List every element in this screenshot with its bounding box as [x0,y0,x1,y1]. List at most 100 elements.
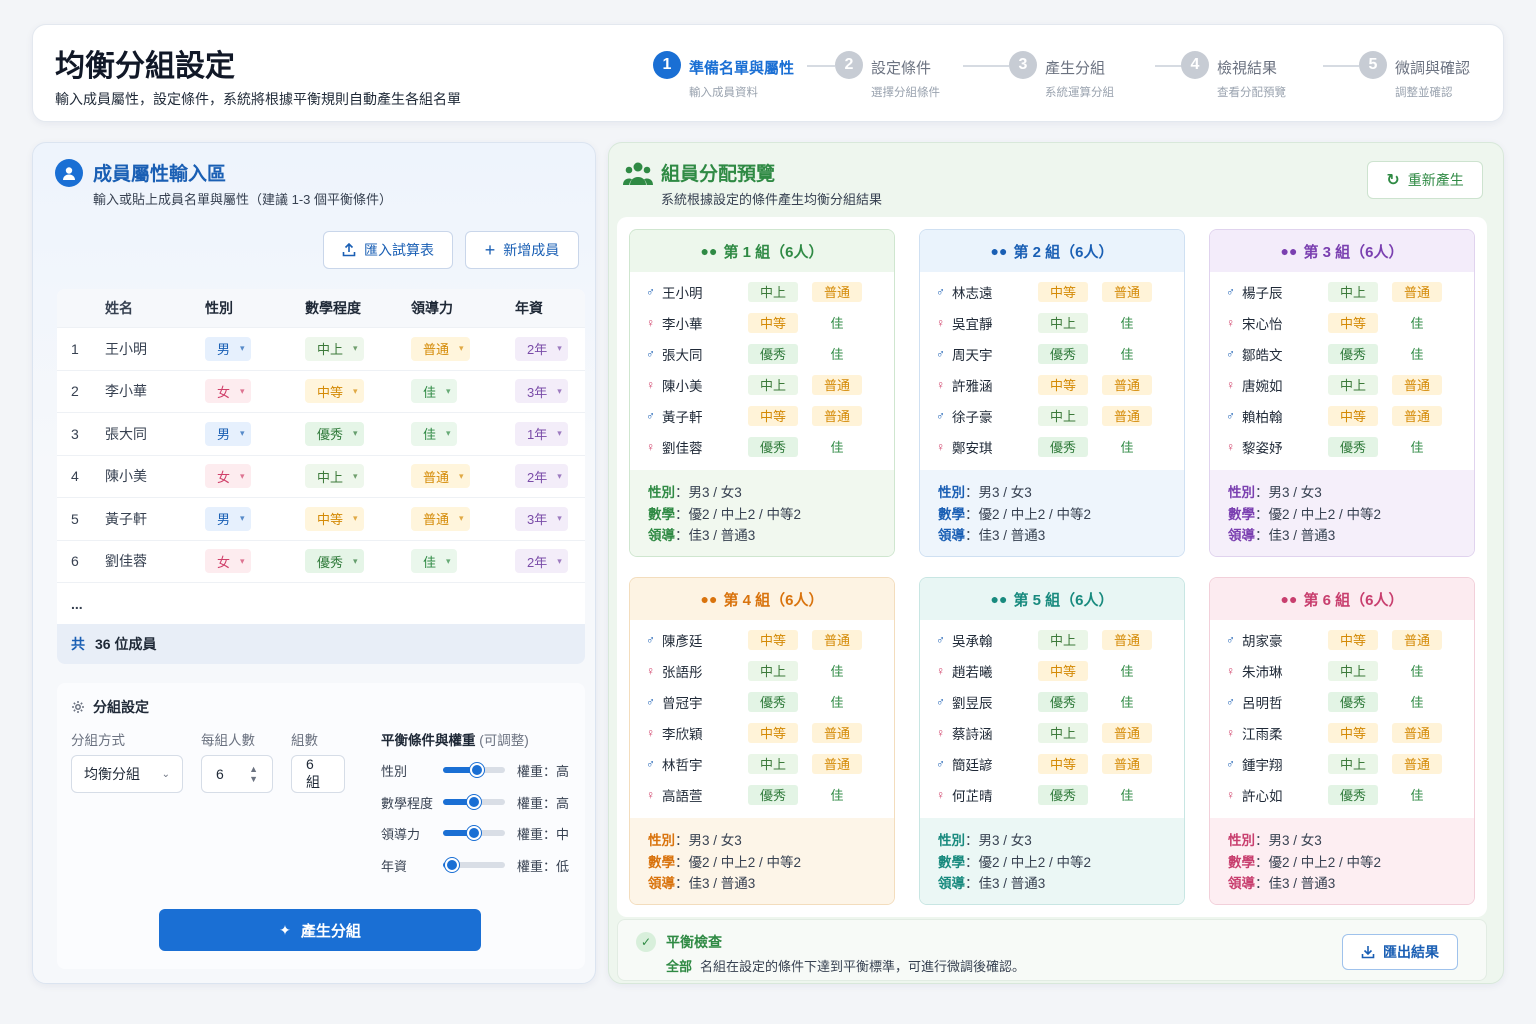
weight-slider[interactable] [443,826,505,840]
leadership-select[interactable]: 普通 ▾ [411,506,470,531]
group-member[interactable]: ♀ 許雅涵 中等 普通 [920,369,1184,400]
math-select[interactable]: 中等 ▾ [305,506,364,531]
group-member[interactable]: ♂ 鄒皓文 優秀佳 [1210,338,1474,369]
gender-select[interactable]: 女 ▾ [205,549,251,574]
column-header: 年資 [515,300,543,316]
regenerate-button[interactable]: ↻ 重新產生 [1367,161,1483,199]
math-select[interactable]: 優秀 ▾ [305,421,364,446]
years-select[interactable]: 2年 ▾ [515,464,568,489]
group-member[interactable]: ♂ 陳彥廷 中等 普通 [630,624,894,655]
group-member[interactable]: ♀ 蔡詩涵 中上 普通 [920,717,1184,748]
group-member[interactable]: ♂ 林哲宇 中上 普通 [630,748,894,779]
group-member[interactable]: ♀ 吳宜靜 中上佳 [920,307,1184,338]
weight-slider[interactable] [443,794,505,809]
group-member[interactable]: ♀ 鄭安琪 優秀佳 [920,431,1184,462]
stepper-arrows-icon[interactable]: ▲ ▼ [249,764,258,784]
step-4[interactable]: 4 檢視結果 查看分配預覽 [1181,51,1286,100]
users-icon [623,159,653,192]
group-member[interactable]: ♂ 王小明 中上 普通 [630,276,894,307]
group-member[interactable]: ♂ 劉昱辰 優秀佳 [920,686,1184,717]
group-member[interactable]: ♀ 李欣穎 中等 普通 [630,717,894,748]
group-member[interactable]: ♀ 許心如 優秀佳 [1210,779,1474,810]
group-member[interactable]: ♂ 林志遠 中等 普通 [920,276,1184,307]
import-spreadsheet-button[interactable]: 匯入試算表 [323,231,453,269]
table-row[interactable]: 4 陳小美女 ▾ 中上 ▾ 普通 ▾ 2年 ▾ [57,454,585,498]
add-member-button[interactable]: + 新增成員 [465,231,579,269]
group-member[interactable]: ♂ 黃子軒 中等 普通 [630,400,894,431]
group-member[interactable]: ♂ 徐子豪 中上 普通 [920,400,1184,431]
weight-slider[interactable] [443,857,505,872]
gender-select[interactable]: 男 ▾ [205,506,251,531]
summary-value: ：男3 / 女3 [675,485,742,500]
member-name[interactable]: 李小華 [105,381,205,401]
table-row[interactable]: 5 黃子軒男 ▾ 中等 ▾ 普通 ▾ 3年 ▾ [57,497,585,540]
gender-select[interactable]: 男 ▾ [205,421,251,446]
group-member[interactable]: ♂ 周天宇 優秀佳 [920,338,1184,369]
table-row[interactable]: 1 王小明男 ▾ 中上 ▾ 普通 ▾ 2年 ▾ [57,327,585,370]
leadership-select[interactable]: 佳 ▾ [411,379,457,404]
group-count-field[interactable]: 6 組 [291,755,345,793]
member-name[interactable]: 陳小美 [105,466,205,486]
years-select[interactable]: 2年 ▾ [515,549,568,574]
math-select[interactable]: 優秀 ▾ [305,549,364,574]
group-member[interactable]: ♀ 宋心怡 中等佳 [1210,307,1474,338]
import-label: 匯入試算表 [364,242,434,258]
gender-select[interactable]: 男 ▾ [205,336,251,361]
group-member[interactable]: ♂ 賴柏翰 中等 普通 [1210,400,1474,431]
group-member[interactable]: ♂ 呂明哲 優秀佳 [1210,686,1474,717]
leadership-select[interactable]: 普通 ▾ [411,336,470,361]
leadership-select[interactable]: 普通 ▾ [411,464,470,489]
slider-handle[interactable] [467,794,481,809]
group-member[interactable]: ♂ 楊子辰 中上 普通 [1210,276,1474,307]
group-member[interactable]: ♀ 黎姿妤 優秀佳 [1210,431,1474,462]
member-name: 鍾宇翔 [1242,757,1283,773]
step-1[interactable]: 1 準備名單與屬性 輸入成員資料 [653,51,794,100]
leadership-select[interactable]: 佳 ▾ [411,549,457,574]
group-member[interactable]: ♂ 胡家豪 中等 普通 [1210,624,1474,655]
slider-handle[interactable] [445,857,459,872]
step-number: 5 [1359,51,1387,79]
group-member[interactable]: ♀ 江雨柔 中等 普通 [1210,717,1474,748]
group-member[interactable]: ♀ 朱沛琳 中上佳 [1210,655,1474,686]
group-member[interactable]: ♀ 何芷晴 優秀佳 [920,779,1184,810]
member-name[interactable]: 王小明 [105,339,205,359]
export-results-button[interactable]: 匯出結果 [1342,934,1458,970]
group-member[interactable]: ♀ 劉佳蓉 優秀佳 [630,431,894,462]
group-member[interactable]: ♂ 張大同 優秀佳 [630,338,894,369]
years-select[interactable]: 2年 ▾ [515,336,568,361]
group-member[interactable]: ♀ 趙若曦 中等佳 [920,655,1184,686]
step-5[interactable]: 5 微調與確認 調整並確認 [1359,51,1470,100]
member-name[interactable]: 黃子軒 [105,509,205,529]
weight-slider[interactable] [443,763,505,777]
years-select[interactable]: 3年 ▾ [515,379,568,404]
group-member[interactable]: ♀ 高語萱 優秀佳 [630,779,894,810]
table-row[interactable]: 3 張大同男 ▾ 優秀 ▾ 佳 ▾ 1年 ▾ [57,412,585,455]
group-member[interactable]: ♂ 吳承翰 中上 普通 [920,624,1184,655]
leadership-select[interactable]: 佳 ▾ [411,421,457,446]
slider-handle[interactable] [467,826,481,840]
table-row[interactable]: 2 李小華女 ▾ 中等 ▾ 佳 ▾ 3年 ▾ [57,369,585,413]
group-member[interactable]: ♀ 张語彤 中上佳 [630,655,894,686]
group-member[interactable]: ♂ 簡廷諺 中等 普通 [920,748,1184,779]
group-member[interactable]: ♂ 曾冠宇 優秀佳 [630,686,894,717]
method-select[interactable]: 均衡分組 ⌄ [71,755,183,793]
years-select[interactable]: 1年 ▾ [515,421,568,446]
math-select[interactable]: 中上 ▾ [305,464,364,489]
group-member[interactable]: ♀ 唐婉如 中上 普通 [1210,369,1474,400]
math-select[interactable]: 中等 ▾ [305,379,364,404]
math-select[interactable]: 中上 ▾ [305,336,364,361]
member-name[interactable]: 張大同 [105,424,205,444]
step-3[interactable]: 3 產生分組 系統運算分組 [1009,51,1114,100]
group-member[interactable]: ♀ 李小華 中等佳 [630,307,894,338]
group-member[interactable]: ♂ 鍾宇翔 中上 普通 [1210,748,1474,779]
group-size-stepper[interactable]: 6 ▲ ▼ [201,755,273,793]
years-select[interactable]: 3年 ▾ [515,506,568,531]
group-member[interactable]: ♀ 陳小美 中上 普通 [630,369,894,400]
gender-select[interactable]: 女 ▾ [205,379,251,404]
table-row[interactable]: 6 劉佳蓉女 ▾ 優秀 ▾ 佳 ▾ 2年 ▾ [57,539,585,583]
step-2[interactable]: 2 設定條件 選擇分組條件 [835,51,940,100]
member-name[interactable]: 劉佳蓉 [105,551,205,571]
generate-groups-button[interactable]: ✦ 產生分組 [159,909,481,951]
slider-handle[interactable] [470,763,484,777]
gender-select[interactable]: 女 ▾ [205,464,251,489]
